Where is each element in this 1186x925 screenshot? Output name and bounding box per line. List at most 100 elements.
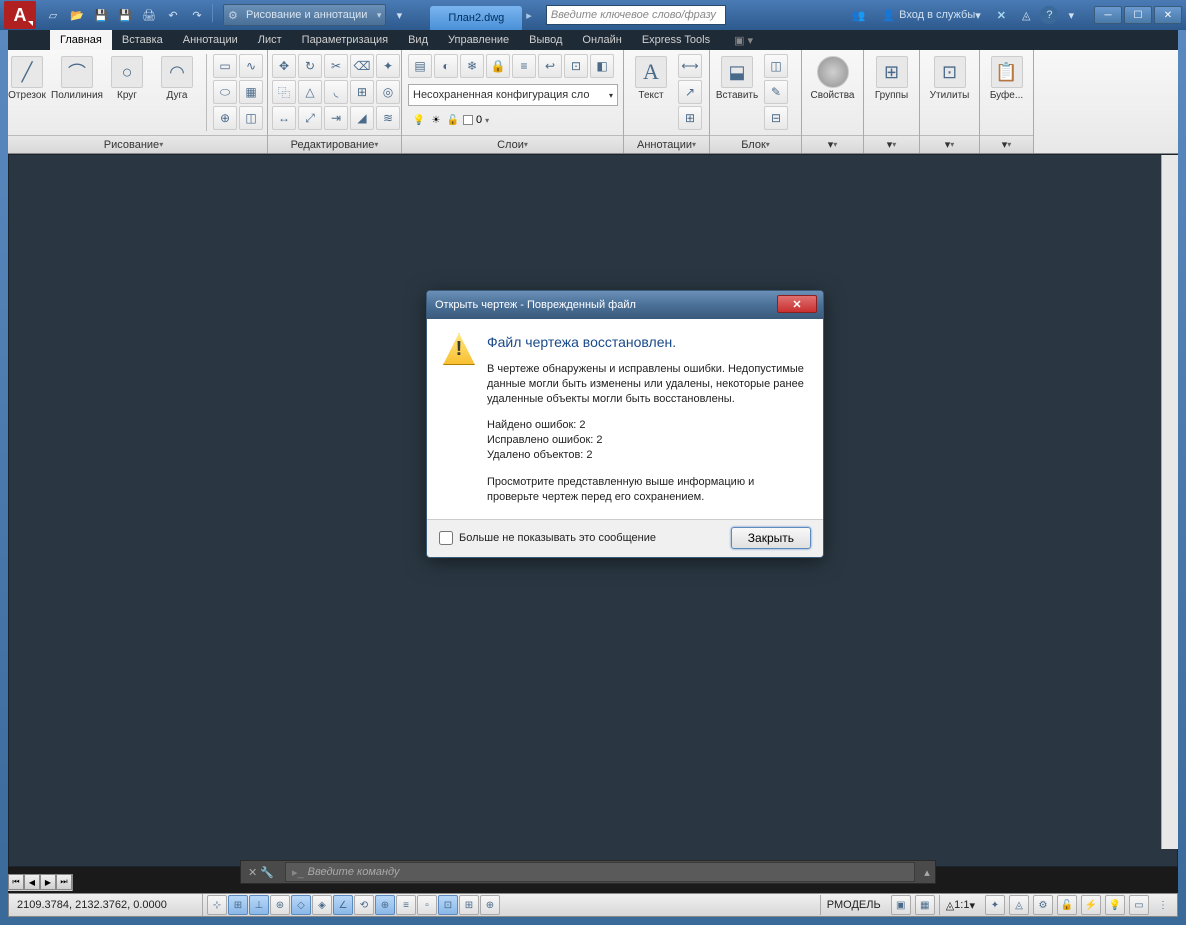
customize-icon[interactable]: ⋮: [1153, 895, 1173, 915]
create-block-icon[interactable]: ◫: [764, 54, 788, 78]
maximize-button[interactable]: ☐: [1124, 6, 1152, 24]
stretch-icon[interactable]: ↔: [272, 106, 296, 130]
ellipse-icon[interactable]: ⬭: [213, 80, 237, 104]
hardware-accel-icon[interactable]: ⚡: [1081, 895, 1101, 915]
sheet-last-icon[interactable]: ⏭: [56, 874, 72, 890]
insert-button[interactable]: ⬓Вставить: [714, 54, 760, 103]
layer-off-icon[interactable]: ◐: [434, 54, 458, 78]
align-icon[interactable]: ≋: [376, 106, 400, 130]
layer-state-icon[interactable]: ◧: [590, 54, 614, 78]
layer-freeze-icon[interactable]: ❄: [460, 54, 484, 78]
document-tab[interactable]: План2.dwg: [430, 6, 522, 30]
quickview-drawings-icon[interactable]: ▦: [915, 895, 935, 915]
dyn-icon[interactable]: ⊕: [375, 895, 395, 915]
minimize-button[interactable]: ─: [1094, 6, 1122, 24]
help-icon[interactable]: ?: [1040, 6, 1058, 24]
tab-home[interactable]: Главная: [50, 30, 112, 50]
saveas-icon[interactable]: 💾: [114, 4, 136, 26]
tab-output[interactable]: Вывод: [519, 30, 572, 50]
workspace-dropdown[interactable]: Рисование и аннотации: [223, 4, 386, 26]
3dosnap-icon[interactable]: ◈: [312, 895, 332, 915]
anno-vis-icon[interactable]: ✦: [985, 895, 1005, 915]
panel-properties-label[interactable]: ▾: [802, 135, 863, 153]
arc-button[interactable]: ◠Дуга: [154, 54, 200, 103]
attr-icon[interactable]: ⊟: [764, 106, 788, 130]
leader-icon[interactable]: ↗: [678, 80, 702, 104]
point-icon[interactable]: ⊕: [213, 106, 237, 130]
dim-linear-icon[interactable]: ⟷: [678, 54, 702, 78]
tab-express[interactable]: Express Tools: [632, 30, 720, 50]
circle-button[interactable]: ○Круг: [104, 54, 150, 103]
qat-more-icon[interactable]: ▾: [388, 4, 410, 26]
layer-prev-icon[interactable]: ↩: [538, 54, 562, 78]
sheet-prev-icon[interactable]: ◀: [24, 874, 40, 890]
panel-clipboard-label[interactable]: ▾: [980, 135, 1033, 153]
layer-match-icon[interactable]: ≡: [512, 54, 536, 78]
panel-layers-label[interactable]: Слои: [402, 135, 623, 153]
array-icon[interactable]: ⊞: [350, 80, 374, 104]
plot-icon[interactable]: 🖨: [138, 4, 160, 26]
search-input[interactable]: Введите ключевое слово/фразу: [546, 5, 726, 25]
utilities-button[interactable]: ⊡Утилиты: [927, 54, 973, 103]
fillet-icon[interactable]: ◟: [324, 80, 348, 104]
vertical-scrollbar[interactable]: [1161, 155, 1178, 849]
tab-view[interactable]: Вид: [398, 30, 438, 50]
undo-icon[interactable]: ↶: [162, 4, 184, 26]
grid-icon[interactable]: ⊞: [228, 895, 248, 915]
panel-draw-label[interactable]: Рисование: [0, 135, 267, 153]
dont-show-checkbox[interactable]: Больше не показывать это сообщение: [439, 531, 656, 545]
tab-focus-icon[interactable]: ▣ ▾: [724, 30, 763, 50]
ducs-icon[interactable]: ⟲: [354, 895, 374, 915]
copy-icon[interactable]: ⿻: [272, 80, 296, 104]
dont-show-input[interactable]: [439, 531, 453, 545]
dialog-close-button[interactable]: ✕: [777, 295, 817, 313]
tab-insert[interactable]: Вставка: [112, 30, 173, 50]
move-icon[interactable]: ✥: [272, 54, 296, 78]
lwt-icon[interactable]: ≡: [396, 895, 416, 915]
clean-screen-icon[interactable]: ▭: [1129, 895, 1149, 915]
panel-block-label[interactable]: Блок: [710, 135, 801, 153]
signin-button[interactable]: 👤 Вход в службы ▾: [875, 4, 986, 26]
chamfer-icon[interactable]: ◢: [350, 106, 374, 130]
trim-icon[interactable]: ✂: [324, 54, 348, 78]
command-input[interactable]: Введите команду: [285, 862, 915, 882]
tab-online[interactable]: Онлайн: [572, 30, 631, 50]
panel-annotation-label[interactable]: Аннотации: [624, 135, 709, 153]
ws-switch-icon[interactable]: ⚙: [1033, 895, 1053, 915]
text-button[interactable]: AТекст: [628, 54, 674, 103]
groups-button[interactable]: ⊞Группы: [869, 54, 915, 103]
otrack-icon[interactable]: ∠: [333, 895, 353, 915]
model-space-button[interactable]: РМОДЕЛЬ: [820, 895, 887, 915]
hatch-icon[interactable]: ▦: [239, 80, 263, 104]
isolate-icon[interactable]: 💡: [1105, 895, 1125, 915]
help-dd-icon[interactable]: ▾: [1062, 4, 1080, 26]
layer-props-icon[interactable]: ▤: [408, 54, 432, 78]
line-button[interactable]: ╱Отрезок: [4, 54, 50, 103]
toolbar-lock-icon[interactable]: 🔓: [1057, 895, 1077, 915]
edit-block-icon[interactable]: ✎: [764, 80, 788, 104]
scale-icon[interactable]: ⤢: [298, 106, 322, 130]
save-icon[interactable]: 💾: [90, 4, 112, 26]
quickview-layouts-icon[interactable]: ▣: [891, 895, 911, 915]
am-icon[interactable]: ⊕: [480, 895, 500, 915]
layer-current[interactable]: 💡 ☀ 🔓 0 ▾: [408, 113, 493, 127]
polar-icon[interactable]: ⊛: [270, 895, 290, 915]
close-dialog-button[interactable]: Закрыть: [731, 527, 811, 549]
open-icon[interactable]: 📂: [66, 4, 88, 26]
clipboard-button[interactable]: 📋Буфе...: [984, 54, 1029, 103]
close-button[interactable]: ✕: [1154, 6, 1182, 24]
region-icon[interactable]: ◫: [239, 106, 263, 130]
stay-connected-icon[interactable]: 👥: [846, 4, 872, 26]
cmd-handle-icon[interactable]: ✕ 🔧: [241, 866, 281, 879]
tab-parametric[interactable]: Параметризация: [292, 30, 398, 50]
osnap-icon[interactable]: ◇: [291, 895, 311, 915]
polyline-button[interactable]: ⌒Полилиния: [54, 54, 100, 103]
cmd-history-icon[interactable]: ▴: [919, 866, 935, 879]
dialog-titlebar[interactable]: Открыть чертеж - Поврежденный файл ✕: [427, 291, 823, 319]
autodesk-icon[interactable]: ◬: [1016, 4, 1036, 26]
mirror-icon[interactable]: △: [298, 80, 322, 104]
app-menu-icon[interactable]: A: [4, 1, 36, 29]
properties-button[interactable]: Свойства: [810, 54, 856, 103]
sheet-next-icon[interactable]: ▶: [40, 874, 56, 890]
tab-layout[interactable]: Лист: [248, 30, 292, 50]
